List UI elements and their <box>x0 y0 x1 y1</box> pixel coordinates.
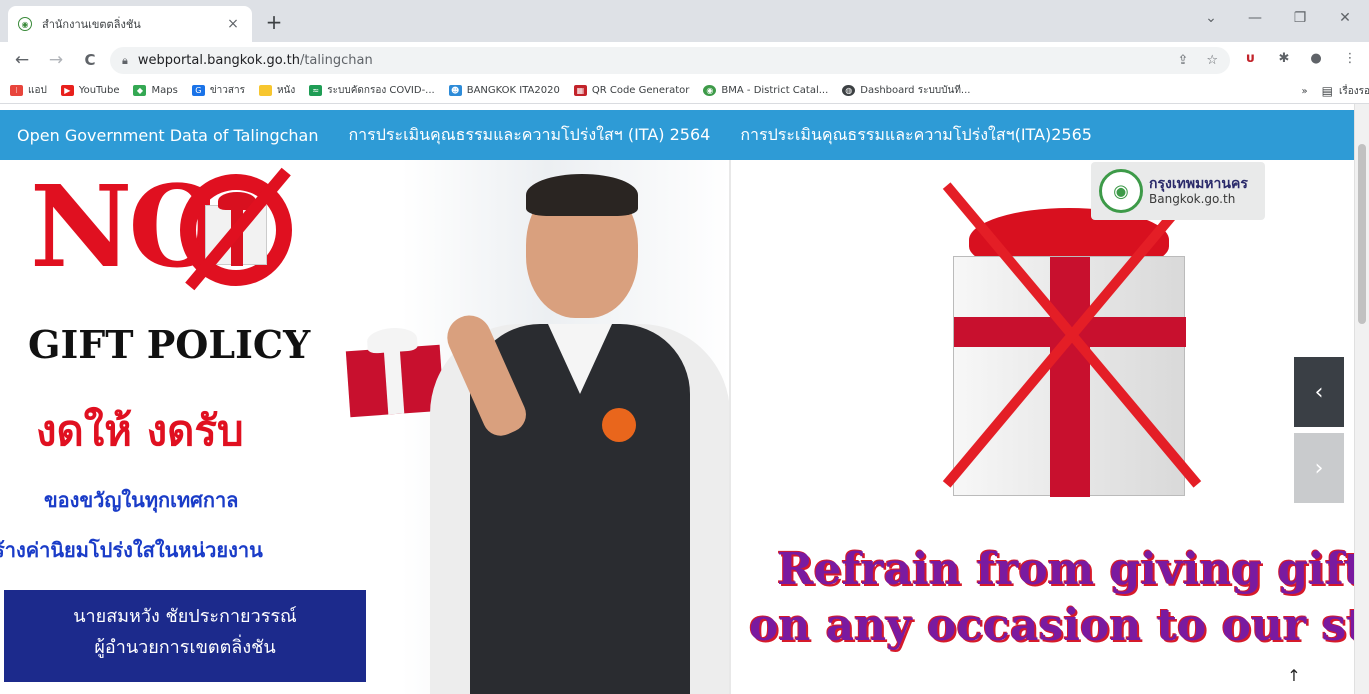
forward-button[interactable]: → <box>44 49 68 71</box>
youtube-icon: ▶ <box>60 85 74 96</box>
every-festival-text: ของขวัญในทุกเทศกาล <box>44 488 239 512</box>
bma-favicon-icon: ◉ <box>18 17 32 31</box>
menu-kebab-icon[interactable]: ⋮ <box>1340 51 1360 66</box>
director-position: ผู้อำนวยการเขตตลิ่งชัน <box>94 637 276 658</box>
bookmark-maps[interactable]: ◆ Maps <box>133 85 178 96</box>
extensions-puzzle-icon[interactable]: ✱ <box>1274 51 1294 66</box>
badge-icon <box>602 408 636 442</box>
refrain-line-2: on any occasion to our st <box>749 600 1354 651</box>
browser-window: ◉ สำนักงานเขตตลิ่งชัน × + ⌄ — ❐ ✕ ← → C … <box>0 0 1369 694</box>
nav-ita-2565[interactable]: การประเมินคุณธรรมและความโปร่งใสฯ(ITA)256… <box>740 123 1092 148</box>
bookmarks-more-button[interactable]: » <box>1302 86 1308 97</box>
transparency-value-text: ร้างค่านิยมโปร่งใสในหน่วยงาน <box>0 538 263 562</box>
folder-icon <box>258 85 272 96</box>
slider-next-button[interactable]: › <box>1294 433 1344 503</box>
reading-list-icon[interactable]: ▤ <box>1322 84 1333 98</box>
maximize-button[interactable]: ❐ <box>1285 10 1315 26</box>
bookmark-covid-screening[interactable]: ≈ ระบบคัดกรอง COVID-... <box>309 83 435 98</box>
bma-logo[interactable]: ◉ กรุงเทพมหานคร Bangkok.go.th <box>1091 162 1265 220</box>
page-scrollbar[interactable] <box>1354 104 1369 694</box>
browser-toolbar: ← → C 🔒︎ webportal.bangkok.go.th /taling… <box>0 42 1369 78</box>
reading-list-label[interactable]: เรื่องรออ่าน <box>1339 84 1369 99</box>
profile-avatar-icon[interactable]: ● <box>1306 51 1326 66</box>
lock-icon[interactable]: 🔒︎ <box>122 54 128 68</box>
bookmarks-bar: ⁝ แอป ▶ YouTube ◆ Maps G ข่าวสาร หนัง ≈ ระบบค… <box>0 78 1369 104</box>
globe-icon: ◍ <box>842 85 856 96</box>
apps-grid-icon: ⁝ <box>10 85 23 96</box>
nav-ita-2564[interactable]: การประเมินคุณธรรมและความโปร่งใสฯ (ITA) 2… <box>348 123 710 148</box>
no-give-no-take-heading: งดให้ งดรับ <box>36 406 244 455</box>
bma-icon: ◉ <box>703 85 717 96</box>
extension-icon[interactable]: ᴜ <box>1240 51 1260 66</box>
bma-logo-th: กรุงเทพมหานคร <box>1149 176 1248 192</box>
no-gift-policy-banner: NO GIFT POLICY งดให้ งดรับ ของขวัญในทุกเ… <box>0 160 730 694</box>
tab-title: สำนักงานเขตตลิ่งชัน <box>42 18 141 31</box>
bookmark-bma-district[interactable]: ◉ BMA - District Catal... <box>703 85 828 96</box>
scroll-to-top-button[interactable]: ↑ <box>1282 666 1306 685</box>
bookmark-dashboard[interactable]: ◍ Dashboard ระบบบันที... <box>842 83 970 98</box>
gift-policy-heading: GIFT POLICY <box>28 322 311 367</box>
url-host: webportal.bangkok.go.th <box>137 53 300 68</box>
bookmark-folder-movies[interactable]: หนัง <box>258 83 295 98</box>
new-tab-button[interactable]: + <box>262 10 286 34</box>
back-button[interactable]: ← <box>10 49 34 71</box>
tab-strip: ◉ สำนักงานเขตตลิ่งชัน × + ⌄ — ❐ ✕ <box>0 0 1369 42</box>
maps-icon: ◆ <box>133 85 147 96</box>
minimize-button[interactable]: — <box>1240 10 1270 26</box>
big-gift-box-icon <box>953 256 1186 497</box>
news-icon: G <box>191 85 205 96</box>
wifi-icon: ≈ <box>309 85 323 96</box>
browser-tab[interactable]: ◉ สำนักงานเขตตลิ่งชัน × <box>8 6 252 42</box>
slider-prev-button[interactable]: ‹ <box>1294 357 1344 427</box>
director-name: นายสมหวัง ชัยประกายวรรณ์ <box>73 606 297 627</box>
bookmark-youtube[interactable]: ▶ YouTube <box>60 85 119 96</box>
person-icon: ☻ <box>448 85 462 96</box>
director-name-box: นายสมหวัง ชัยประกายวรรณ์ ผู้อำนวยการเขตต… <box>4 590 366 682</box>
address-bar[interactable]: 🔒︎ webportal.bangkok.go.th /talingchan ⇪… <box>110 47 1230 74</box>
close-window-button[interactable]: ✕ <box>1330 10 1360 26</box>
tab-close-icon[interactable]: × <box>224 16 242 32</box>
reload-button[interactable]: C <box>78 49 102 71</box>
refrain-gift-banner: ◉ กรุงเทพมหานคร Bangkok.go.th Refrain fr… <box>731 160 1354 694</box>
site-nav: Open Government Data of Talingchan การปร… <box>0 110 1354 160</box>
bookmark-apps[interactable]: ⁝ แอป <box>10 83 47 98</box>
refrain-line-1: Refrain from giving gift <box>777 544 1354 595</box>
bookmark-news[interactable]: G ข่าวสาร <box>191 83 245 98</box>
bookmark-star-icon[interactable]: ☆ <box>1206 53 1218 68</box>
bma-logo-en: Bangkok.go.th <box>1149 192 1236 206</box>
share-icon[interactable]: ⇪ <box>1177 53 1188 68</box>
bma-seal-icon: ◉ <box>1099 169 1143 213</box>
director-photo <box>420 174 730 694</box>
bookmark-bangkok-ita[interactable]: ☻ BANGKOK ITA2020 <box>448 85 560 96</box>
qr-icon: ▦ <box>573 85 587 96</box>
hero-slider: NO GIFT POLICY งดให้ งดรับ ของขวัญในทุกเ… <box>0 160 1354 694</box>
tab-search-icon[interactable]: ⌄ <box>1196 10 1226 26</box>
url-path: /talingchan <box>299 53 373 68</box>
nav-open-data[interactable]: Open Government Data of Talingchan <box>17 126 318 145</box>
scrollbar-thumb[interactable] <box>1358 144 1366 324</box>
bookmark-qr-generator[interactable]: ▦ QR Code Generator <box>573 85 689 96</box>
